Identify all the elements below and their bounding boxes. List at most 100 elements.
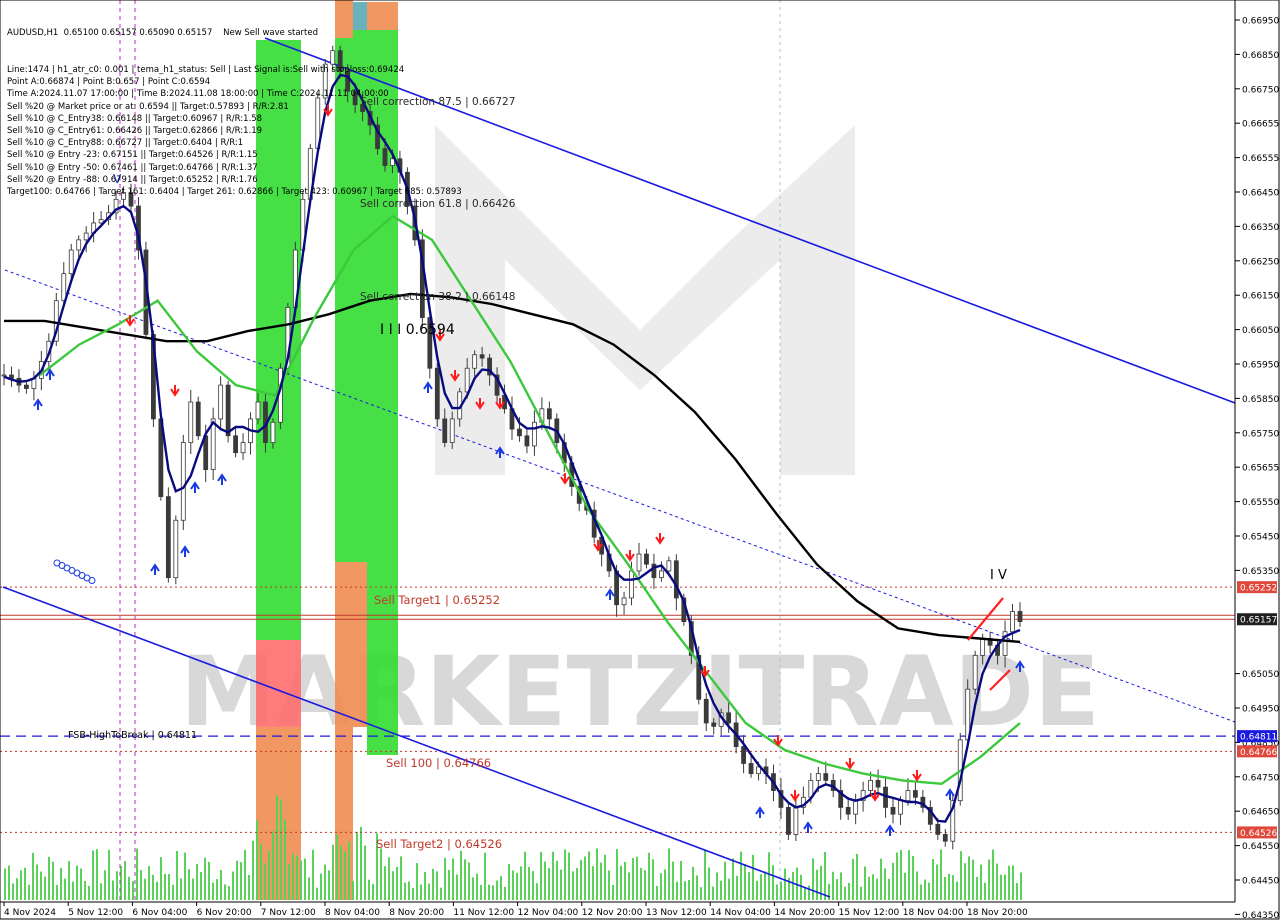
volume-bar [920,884,922,900]
info-line: Point A:0.66874 | Point B:0.657 | Point … [7,77,211,88]
volume-bar [660,873,662,900]
price-axis-label: 0.65655 [1242,464,1279,474]
volume-bar [976,876,978,900]
volume-bar [72,881,74,900]
volume-bar [984,882,986,900]
volume-bar [848,882,850,900]
volume-bar [628,872,630,900]
candle-body [233,435,238,454]
candle-body [61,273,67,302]
volume-bar [484,852,486,900]
candle-body [942,834,948,842]
candle-body [793,807,799,835]
candle-body [1010,611,1015,633]
volume-bar [980,864,982,900]
volume-bar [8,865,10,900]
volume-bar [608,870,610,900]
volume-bar [764,871,766,900]
volume-bar [432,868,434,900]
volume-bar [400,856,402,900]
volume-bar [904,872,906,900]
volume-bar [924,879,926,900]
volume-bar [736,875,738,900]
candle-body [815,773,821,781]
volume-bar [204,857,206,900]
volume-bar [508,863,510,900]
candle-body [629,570,634,599]
volume-bar [388,857,390,900]
volume-bar [440,887,442,900]
candle-body [868,779,873,791]
volume-bar [356,831,358,900]
price-tag-text: 0.64766 [1240,748,1277,758]
volume-bar [700,887,702,900]
candle-body [442,418,448,443]
volume-bar [112,880,114,900]
time-axis-label: 8 Nov 20:00 [389,908,444,918]
volume-bar [712,886,714,900]
volume-bar [556,860,558,900]
volume-bar [576,868,578,900]
volume-bar [752,854,754,900]
volume-bar [12,883,14,900]
volume-bar [4,868,6,900]
volume-bar [344,851,346,900]
volume-bar [412,887,414,900]
volume-bar [228,886,230,900]
volume-bar [836,879,838,900]
sell-target1-label: Sell Target1 | 0.65252 [374,593,500,607]
volume-bar [872,874,874,900]
volume-bar [24,867,26,900]
volume-bar [380,848,382,900]
volume-bar [296,855,298,900]
volume-bar [864,866,866,900]
volume-bar [1016,883,1018,900]
price-tag-text: 0.64526 [1240,829,1277,839]
time-axis-label: 11 Nov 12:00 [453,908,514,918]
price-axis-label: 0.64950 [1242,705,1279,715]
volume-bar [800,874,802,900]
info-line: Sell %10 @ Entry -23: 0.67151 || Target:… [7,150,258,161]
candle-body [823,773,829,781]
volume-bar [44,876,46,900]
candle-body [188,401,194,443]
volume-bar [464,859,466,900]
volume-bar [212,882,214,900]
time-axis-label: 5 Nov 12:00 [68,908,123,918]
volume-bar [932,859,934,900]
volume-bar [316,887,318,900]
volume-bar [776,884,778,900]
volume-bar [896,852,898,900]
volume-bar [324,864,326,900]
volume-bar [552,851,554,900]
signal-zone [256,727,301,900]
candle-body [464,367,470,393]
candle-body [240,442,246,454]
volume-bar [804,886,806,900]
candle-body [703,698,709,724]
volume-bar [500,875,502,900]
info-line: Line:1474 | h1_atr_c0: 0.001 | tema_h1_s… [7,65,405,76]
volume-bar [248,875,250,900]
volume-bar [492,885,494,900]
volume-bar [704,849,706,900]
candle-body [614,570,619,606]
volume-bar [340,845,342,900]
volume-bar [480,884,482,900]
volume-bar [944,876,946,900]
volume-bar [476,873,478,900]
volume-bar [240,862,242,900]
volume-bar [528,866,530,900]
candle-body [875,779,881,788]
volume-bar [596,848,598,900]
candle-body [270,421,276,443]
volume-bar [460,850,462,900]
volume-bar [568,852,570,900]
volume-bar [740,851,742,900]
volume-bar [600,862,602,900]
volume-bar [960,851,962,900]
candle-body [748,763,754,775]
volume-bar [1008,865,1010,900]
time-axis-label: 12 Nov 20:00 [582,908,643,918]
volume-bar [624,861,626,900]
